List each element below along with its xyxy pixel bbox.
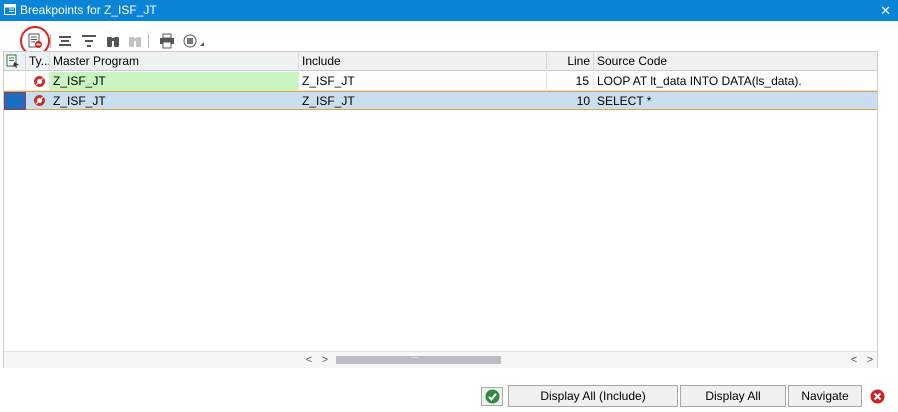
column-header-line[interactable]: Line bbox=[547, 52, 594, 71]
cancel-button[interactable] bbox=[866, 387, 888, 406]
source-code-cell: SELECT * bbox=[597, 94, 652, 108]
scroll-left-arrow[interactable]: < bbox=[302, 353, 316, 367]
horizontal-scrollbar[interactable]: < > ... < > bbox=[4, 350, 877, 368]
master-program-cell: Z_ISF_JT bbox=[50, 72, 299, 91]
filter-button[interactable] bbox=[80, 32, 98, 50]
filter-icon bbox=[82, 35, 96, 47]
find-next-button[interactable] bbox=[126, 32, 144, 50]
print-icon bbox=[160, 33, 174, 49]
toolbar-separator bbox=[50, 34, 51, 48]
select-layout-icon bbox=[6, 54, 19, 68]
breakpoints-grid: Ty... Master Program Include Line Source… bbox=[3, 51, 878, 368]
window-titlebar: Breakpoints for Z_ISF_JT ✕ bbox=[0, 0, 898, 21]
delete-breakpoint-icon bbox=[28, 33, 42, 48]
breakpoint-icon bbox=[34, 76, 45, 87]
scroll-thumb[interactable]: ... bbox=[336, 350, 501, 364]
export-menu-icon bbox=[183, 34, 204, 48]
row-selector[interactable] bbox=[4, 92, 26, 110]
column-header-include[interactable]: Include bbox=[299, 52, 547, 71]
line-cell: 10 bbox=[576, 94, 590, 108]
find-icon bbox=[107, 37, 119, 47]
print-button[interactable] bbox=[158, 32, 176, 50]
table-row[interactable]: Z_ISF_JT Z_ISF_JT 10 SELECT * bbox=[4, 91, 877, 110]
grid-toolbar bbox=[18, 30, 210, 50]
breakpoint-icon bbox=[34, 95, 45, 106]
table-row[interactable]: Z_ISF_JT Z_ISF_JT 15 LOOP AT lt_data INT… bbox=[4, 72, 877, 91]
confirm-button[interactable] bbox=[481, 387, 503, 406]
align-center-button[interactable] bbox=[56, 32, 74, 50]
find-button[interactable] bbox=[104, 32, 122, 50]
scroll-thumb-grip: ... bbox=[411, 350, 419, 360]
navigate-button[interactable]: Navigate bbox=[788, 385, 862, 407]
display-all-include-button[interactable]: Display All (Include) bbox=[508, 385, 678, 407]
close-icon[interactable]: ✕ bbox=[880, 3, 891, 19]
check-icon bbox=[485, 389, 499, 404]
source-code-cell: LOOP AT lt_data INTO DATA(ls_data). bbox=[597, 74, 802, 88]
scroll-right-arrow[interactable]: > bbox=[318, 353, 332, 367]
grid-header: Ty... Master Program Include Line Source… bbox=[4, 52, 877, 71]
export-menu-button[interactable] bbox=[181, 32, 207, 50]
select-all-button[interactable] bbox=[4, 52, 26, 71]
cancel-icon bbox=[870, 389, 884, 404]
window-title: Breakpoints for Z_ISF_JT bbox=[20, 3, 157, 17]
find-next-icon bbox=[129, 37, 141, 47]
toolbar-separator bbox=[148, 34, 149, 48]
line-cell: 15 bbox=[547, 72, 594, 91]
window-icon bbox=[4, 4, 16, 15]
column-header-master-program[interactable]: Master Program bbox=[50, 52, 299, 71]
align-center-icon bbox=[59, 36, 71, 46]
scroll-left-arrow-right-panel[interactable]: < bbox=[847, 353, 861, 367]
column-header-source-code[interactable]: Source Code bbox=[594, 52, 877, 71]
type-cell bbox=[26, 72, 50, 91]
column-header-type[interactable]: Ty... bbox=[26, 52, 50, 71]
display-all-button[interactable]: Display All bbox=[680, 385, 786, 407]
scroll-right-arrow-right-panel[interactable]: > bbox=[863, 353, 877, 367]
type-cell bbox=[26, 92, 50, 111]
include-cell: Z_ISF_JT bbox=[302, 94, 355, 108]
row-selector[interactable] bbox=[4, 72, 26, 91]
include-cell: Z_ISF_JT bbox=[299, 72, 547, 91]
delete-breakpoint-button[interactable] bbox=[26, 32, 44, 50]
master-program-cell: Z_ISF_JT bbox=[53, 94, 106, 108]
